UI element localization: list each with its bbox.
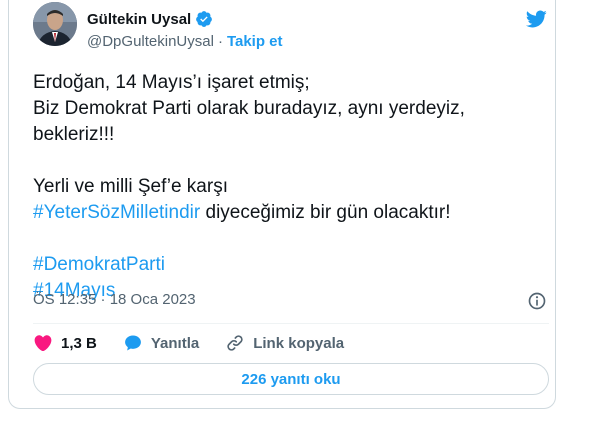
author-name-row[interactable]: Gültekin Uysal [87,10,213,28]
copy-link-button[interactable]: Link kopyala [225,333,344,353]
like-count: 1,3 B [61,334,97,352]
read-replies-button[interactable]: 226 yanıtı oku [33,363,549,395]
twitter-bird-icon[interactable] [523,8,549,30]
tweet-line: Erdoğan, 14 Mayıs’ı işaret etmiş; [33,72,310,93]
tweet-line: Yerli ve milli Şef’e karşı [33,176,228,197]
verified-badge-icon [196,11,213,27]
heart-icon [34,335,52,352]
author-handle[interactable]: @DpGultekinUysal [87,33,214,50]
author-name[interactable]: Gültekin Uysal [87,11,191,28]
tweet-text: Erdoğan, 14 Mayıs’ı işaret etmiş; Biz De… [33,70,543,304]
tweet-text-fragment: diyeceğimiz bir gün olacaktır! [200,202,451,223]
follow-button[interactable]: Takip et [227,33,283,50]
hashtag-link[interactable]: #YeterSözMilletindir [33,202,200,223]
avatar[interactable] [33,2,77,46]
tweet-timestamp[interactable]: ÖS 12:35 · 18 Oca 2023 [33,291,196,308]
info-icon[interactable] [527,291,547,311]
like-button[interactable]: 1,3 B [33,333,97,353]
author-handle-row: @DpGultekinUysal · Takip et [87,33,283,50]
tweet-line-with-hashtag: #YeterSözMilletindir diyeceğimiz bir gün… [33,200,543,226]
divider [33,323,549,324]
action-bar: 1,3 B Yanıtla Link kopyala [33,332,370,354]
tweet-line: Biz Demokrat Parti olarak buradayız, ayn… [33,98,465,119]
tweet-line: bekleriz!!! [33,124,115,145]
separator-dot: · [217,33,223,50]
reply-button[interactable]: Yanıtla [123,333,199,353]
hashtag-link[interactable]: #DemokratParti [33,254,165,275]
reply-label: Yanıtla [150,334,200,352]
reply-bubble-icon [124,335,141,351]
copy-link-label: Link kopyala [253,334,345,352]
tweet-card: Gültekin Uysal @DpGultekinUysal · Takip … [8,0,556,409]
link-icon [227,335,243,351]
